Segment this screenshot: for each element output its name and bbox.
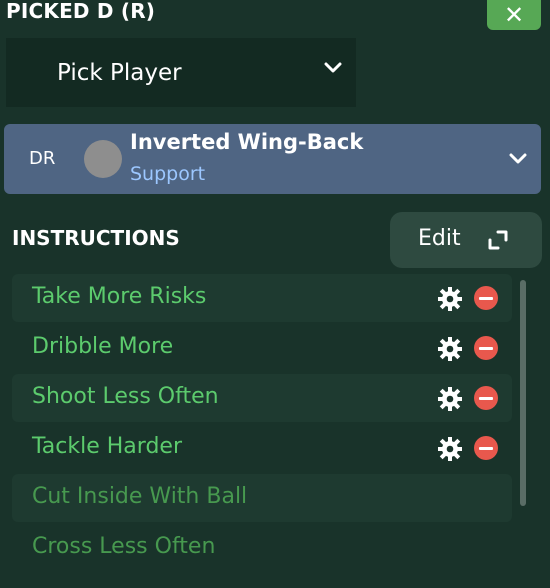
instruction-label: Cross Less Often bbox=[32, 534, 216, 559]
instruction-label: Dribble More bbox=[32, 334, 174, 359]
role-duty: Support bbox=[130, 163, 206, 185]
instruction-row-dribble-more[interactable]: Dribble More bbox=[12, 324, 512, 372]
instruction-label: Shoot Less Often bbox=[32, 384, 219, 409]
instruction-row-tackle-harder[interactable]: Tackle Harder bbox=[12, 424, 512, 472]
gear-icon[interactable] bbox=[438, 387, 462, 411]
chevron-down-icon bbox=[324, 62, 342, 73]
remove-icon[interactable] bbox=[474, 336, 498, 360]
close-button[interactable]: ✕ bbox=[487, 0, 541, 30]
chevron-down-icon bbox=[509, 153, 527, 164]
remove-icon[interactable] bbox=[474, 386, 498, 410]
instruction-label: Take More Risks bbox=[32, 284, 207, 309]
gear-icon[interactable] bbox=[438, 337, 462, 361]
position-label: DR bbox=[29, 148, 56, 169]
pick-player-label: Pick Player bbox=[57, 59, 182, 86]
remove-icon[interactable] bbox=[474, 286, 498, 310]
gear-icon[interactable] bbox=[438, 437, 462, 461]
instruction-list: Take More Risks Dribble More Shoot Less … bbox=[12, 274, 512, 574]
edit-button[interactable]: Edit bbox=[390, 212, 542, 268]
instruction-label: Tackle Harder bbox=[32, 434, 182, 459]
instruction-row-shoot-less-often[interactable]: Shoot Less Often bbox=[12, 374, 512, 422]
instructions-heading: INSTRUCTIONS bbox=[12, 226, 180, 250]
avatar bbox=[84, 140, 122, 178]
pick-player-dropdown[interactable]: Pick Player bbox=[6, 38, 356, 107]
gear-icon[interactable] bbox=[438, 287, 462, 311]
scrollbar[interactable] bbox=[520, 280, 526, 506]
panel-title: PICKED D (R) bbox=[6, 0, 156, 23]
role-selector[interactable]: DR Inverted Wing-Back Support bbox=[4, 124, 541, 194]
instruction-row-cross-less-often[interactable]: Cross Less Often bbox=[12, 524, 512, 572]
edit-label: Edit bbox=[418, 226, 461, 251]
role-name: Inverted Wing-Back bbox=[130, 130, 364, 154]
close-icon: ✕ bbox=[503, 1, 525, 29]
instruction-label: Cut Inside With Ball bbox=[32, 484, 248, 509]
expand-icon bbox=[488, 230, 508, 250]
remove-icon[interactable] bbox=[474, 436, 498, 460]
instruction-row-cut-inside-with-ball[interactable]: Cut Inside With Ball bbox=[12, 474, 512, 522]
instruction-row-take-more-risks[interactable]: Take More Risks bbox=[12, 274, 512, 322]
